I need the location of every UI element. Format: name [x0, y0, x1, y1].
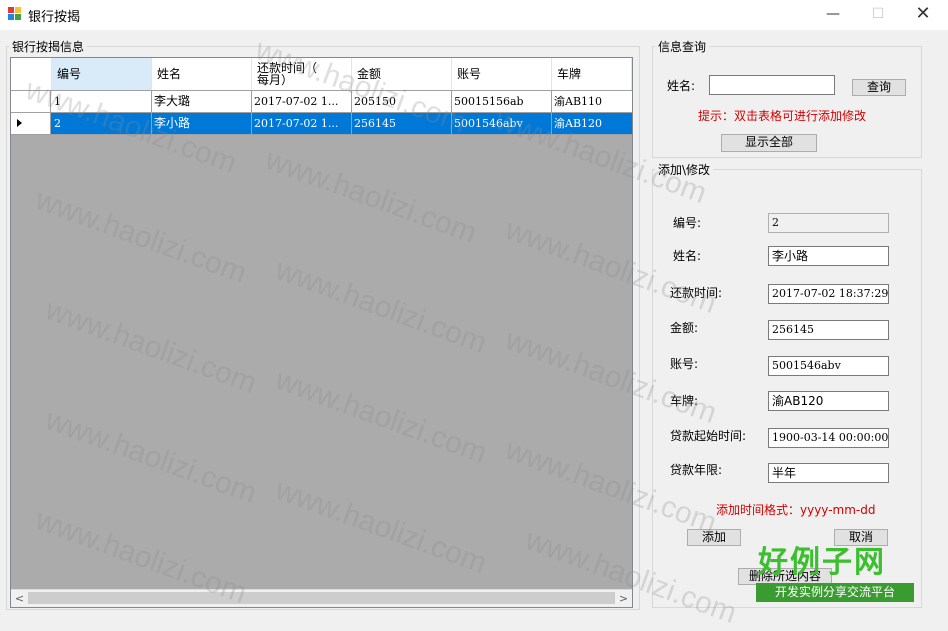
- horizontal-scrollbar[interactable]: < >: [11, 589, 632, 607]
- repay-time-field[interactable]: 2017-07-02 18:37:29: [768, 284, 889, 304]
- id-label: 编号:: [673, 216, 702, 230]
- query-name-input[interactable]: [709, 75, 835, 95]
- scroll-right-icon[interactable]: >: [615, 590, 632, 607]
- title-bar: 银行按揭 — ☐ ✕: [0, 0, 948, 30]
- loan-term-field[interactable]: 半年: [768, 463, 889, 483]
- cell-account[interactable]: 50015156ab: [452, 91, 552, 112]
- cell-plate[interactable]: 渝AB110: [552, 91, 632, 112]
- query-hint: 提示：双击表格可进行添加修改: [698, 109, 867, 123]
- cell-id[interactable]: 2: [52, 113, 152, 134]
- maximize-button: ☐: [871, 6, 885, 22]
- cell-repay-time[interactable]: 2017-07-02 1...: [252, 113, 352, 134]
- minimize-button[interactable]: —: [810, 0, 856, 30]
- amount-label: 金额:: [670, 321, 699, 335]
- name-label: 姓名:: [673, 249, 702, 263]
- loan-start-label: 贷款起始时间:: [670, 429, 747, 443]
- cell-amount[interactable]: 256145: [352, 113, 452, 134]
- site-logo-title: 好例子网: [758, 545, 886, 580]
- query-name-label: 姓名:: [667, 79, 696, 93]
- column-header-plate[interactable]: 车牌: [552, 58, 632, 90]
- row-header[interactable]: [11, 113, 51, 134]
- cell-plate[interactable]: 渝AB120: [552, 113, 632, 134]
- cell-amount[interactable]: 205150: [352, 91, 452, 112]
- search-button[interactable]: 查询: [852, 79, 906, 96]
- date-format-hint: 添加时间格式：yyyy-mm-dd: [716, 503, 876, 517]
- column-header-amount[interactable]: 金额: [352, 58, 452, 90]
- column-header-account[interactable]: 账号: [452, 58, 552, 90]
- column-header-repay-time[interactable]: 还款时间（ 每月）: [252, 58, 352, 90]
- plate-label: 车牌:: [670, 394, 699, 408]
- site-logo-subtitle: 开发实例分享交流平台: [756, 583, 914, 602]
- cell-repay-time[interactable]: 2017-07-02 1...: [252, 91, 352, 112]
- loan-term-label: 贷款年限:: [670, 463, 723, 477]
- amount-field[interactable]: 256145: [768, 320, 889, 340]
- edit-group-title: 添加\修改: [655, 161, 714, 178]
- scrollbar-thumb[interactable]: [28, 592, 615, 604]
- query-group-title: 信息查询: [655, 38, 710, 55]
- grid-group-title: 银行按揭信息: [9, 38, 88, 55]
- current-row-icon: [17, 119, 22, 127]
- cell-id[interactable]: 1: [52, 91, 152, 112]
- row-header-corner[interactable]: [11, 58, 52, 90]
- table-row-selected[interactable]: 2 李小路 2017-07-02 1... 256145 5001546abv …: [11, 113, 632, 135]
- app-icon: [8, 7, 22, 21]
- plate-field[interactable]: 渝AB120: [768, 391, 889, 411]
- column-header-id[interactable]: 编号: [52, 58, 152, 90]
- scroll-left-icon[interactable]: <: [11, 590, 28, 607]
- cell-account[interactable]: 5001546abv: [452, 113, 552, 134]
- data-grid[interactable]: 编号 姓名 还款时间（ 每月） 金额 账号 车牌 1 李大璐 2017-07-0…: [10, 57, 633, 608]
- cell-name[interactable]: 李大璐: [152, 91, 252, 112]
- name-field[interactable]: 李小路: [768, 246, 889, 266]
- show-all-button[interactable]: 显示全部: [721, 134, 817, 152]
- repay-time-label: 还款时间:: [670, 286, 723, 300]
- add-button[interactable]: 添加: [687, 529, 741, 546]
- account-label: 账号:: [670, 357, 699, 371]
- column-header-name[interactable]: 姓名: [152, 58, 252, 90]
- window-title: 银行按揭: [28, 10, 81, 25]
- cell-name[interactable]: 李小路: [152, 113, 252, 134]
- site-logo: 好例子网 开发实例分享交流平台: [756, 543, 914, 603]
- close-button[interactable]: ✕: [900, 0, 946, 30]
- loan-start-field[interactable]: 1900-03-14 00:00:00: [768, 428, 889, 448]
- account-field[interactable]: 5001546abv: [768, 356, 889, 376]
- table-row[interactable]: 1 李大璐 2017-07-02 1... 205150 50015156ab …: [11, 91, 632, 113]
- id-field: 2: [768, 213, 889, 233]
- grid-header: 编号 姓名 还款时间（ 每月） 金额 账号 车牌: [11, 58, 632, 91]
- row-header[interactable]: [11, 91, 51, 112]
